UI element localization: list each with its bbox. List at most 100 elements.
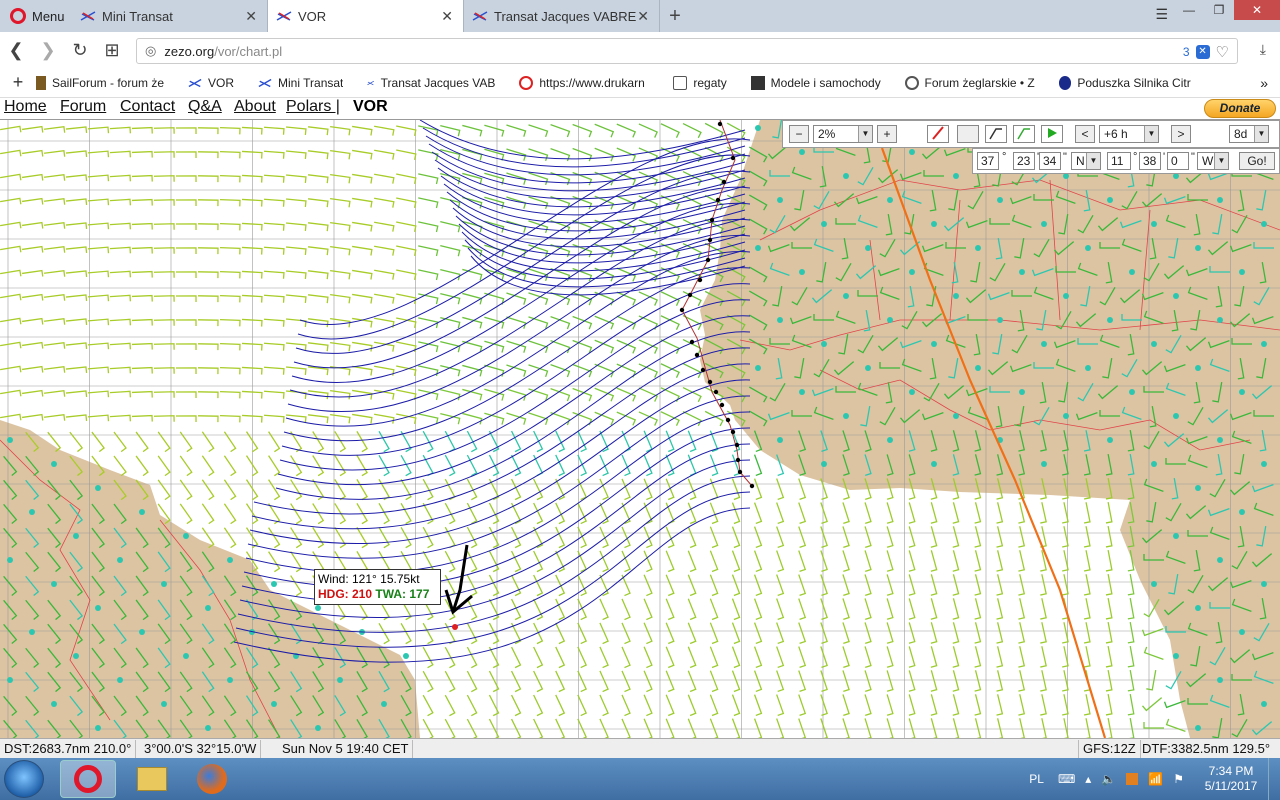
- tab-vor[interactable]: VOR ✕: [268, 0, 464, 32]
- expand-tray-icon[interactable]: ▴: [1085, 772, 1091, 786]
- volume-icon[interactable]: 🔈: [1101, 772, 1116, 786]
- status-position: 3°00.0'S 32°15.0'W: [140, 740, 262, 758]
- sailboat-favicon-icon: [367, 80, 375, 85]
- forward-icon[interactable]: ❯: [32, 40, 64, 61]
- url-host: zezo.org: [164, 43, 215, 59]
- go-button[interactable]: Go!: [1239, 152, 1275, 170]
- tab-close-icon[interactable]: ✕: [637, 8, 649, 25]
- bookmark-forum-zeglarskie[interactable]: Forum żeglarskie • Z: [904, 75, 1035, 90]
- new-tab-button[interactable]: +: [660, 5, 690, 28]
- maximize-icon[interactable]: ❐: [1204, 0, 1234, 20]
- speed-dial-icon[interactable]: ⊞: [96, 40, 128, 61]
- clock[interactable]: 7:34 PM 5/11/2017: [1194, 764, 1268, 794]
- bookmark-modele[interactable]: Modele i samochody: [750, 75, 881, 90]
- chart-canvas[interactable]: [0, 120, 1280, 738]
- window-close-icon[interactable]: ✕: [1234, 0, 1280, 20]
- nav-qa-link[interactable]: Q&A: [188, 98, 222, 116]
- nav-contact-link[interactable]: Contact: [120, 98, 175, 116]
- lon-hemisphere-select[interactable]: W ▼: [1197, 152, 1229, 170]
- position-entry: 37 ° 23 ' 34 " N▼ 11 ° 38 ' 0 " W▼ Go!: [972, 148, 1280, 174]
- taskbar-explorer-icon[interactable]: [124, 760, 180, 798]
- menu-label: Menu: [32, 8, 65, 24]
- lon-minutes-field[interactable]: 38: [1139, 152, 1161, 170]
- sailboat-favicon-icon: [188, 78, 202, 87]
- lat-seconds-field[interactable]: 34: [1039, 152, 1061, 170]
- adblock-icon[interactable]: ✕: [1195, 45, 1210, 59]
- url-field[interactable]: ◎ zezo.org/vor/chart.pl 3 ✕ ♡: [136, 38, 1238, 64]
- sailboat-favicon-icon: [276, 11, 292, 21]
- weather-chart[interactable]: [0, 120, 1280, 738]
- zoom-out-button[interactable]: −: [789, 125, 809, 143]
- bookmark-poduszka[interactable]: Poduszka Silnika Citr: [1058, 75, 1191, 90]
- windows-taskbar: PL ⌨ ▴ 🔈 📶 ⚑ 7:34 PM 5/11/2017: [0, 758, 1280, 800]
- nav-polars-link[interactable]: Polars |: [286, 98, 340, 116]
- nav-about-link[interactable]: About: [234, 98, 276, 116]
- zoom-in-button[interactable]: +: [877, 125, 897, 143]
- app-tray-icon[interactable]: [1126, 773, 1139, 785]
- download-icon[interactable]: ⤓: [1260, 41, 1266, 58]
- bookmark-sailforum[interactable]: SailForum - forum że: [36, 75, 164, 90]
- sailboat-favicon-icon: [472, 11, 488, 21]
- tab-close-icon[interactable]: ✕: [441, 8, 453, 25]
- lat-minutes-field[interactable]: 23: [1013, 152, 1035, 170]
- wind-tooltip: Wind: 121° 15.75kt HDG: 210 TWA: 177: [314, 569, 441, 605]
- wind-tool-icon[interactable]: [927, 125, 949, 143]
- chart-toolbar: − 2% ▼ + < +6 h ▼ > 8d ▼: [782, 120, 1280, 148]
- pointer-arrow-icon: [444, 544, 473, 615]
- play-icon[interactable]: [1041, 125, 1063, 143]
- time-prev-button[interactable]: <: [1075, 125, 1095, 143]
- nav-forum-link[interactable]: Forum: [60, 98, 106, 116]
- isochrone-tool-icon[interactable]: [985, 125, 1007, 143]
- tab-title: VOR: [298, 8, 327, 24]
- time-next-button[interactable]: >: [1171, 125, 1191, 143]
- lon-seconds-field[interactable]: 0: [1167, 152, 1189, 170]
- lon-degrees-field[interactable]: 11: [1107, 152, 1131, 170]
- keyboard-icon[interactable]: ⌨: [1058, 772, 1075, 786]
- range-select[interactable]: 8d ▼: [1229, 125, 1269, 143]
- bookmark-mini-transat[interactable]: Mini Transat: [258, 76, 343, 90]
- status-distance: DST:2683.7nm 210.0°: [0, 740, 137, 758]
- blank-tool-button[interactable]: [957, 125, 979, 143]
- add-bookmark-icon[interactable]: +: [0, 72, 36, 93]
- time-step-select[interactable]: +6 h ▼: [1099, 125, 1159, 143]
- status-dtf: DTF:3382.5nm 129.5°: [1142, 741, 1271, 756]
- bookmark-transat[interactable]: Transat Jacques VAB: [367, 76, 495, 90]
- tab-transat-jacques-vabre[interactable]: Transat Jacques VABRE ✕: [464, 0, 660, 32]
- boat-position-marker[interactable]: [452, 624, 458, 630]
- show-desktop-button[interactable]: [1268, 758, 1280, 800]
- start-button-icon[interactable]: [4, 760, 44, 798]
- clock-time: 7:34 PM: [1208, 764, 1254, 778]
- taskbar-firefox-icon[interactable]: [184, 760, 240, 798]
- back-icon[interactable]: ❮: [0, 40, 32, 61]
- more-bookmarks-icon[interactable]: »: [1260, 75, 1268, 91]
- bookmark-regaty[interactable]: regaty: [673, 75, 727, 90]
- tab-mini-transat[interactable]: Mini Transat ✕: [72, 0, 268, 32]
- opera-menu-button[interactable]: Menu: [0, 0, 72, 32]
- bookmark-favicon-icon: [36, 75, 46, 90]
- route-tool-icon[interactable]: [1013, 125, 1035, 143]
- reload-icon[interactable]: ↻: [64, 40, 96, 61]
- site-nav: Home Forum Contact Q&A About Polars | VO…: [0, 98, 1280, 120]
- nav-home-link[interactable]: Home: [4, 98, 47, 116]
- sailboat-favicon-icon: [258, 78, 272, 87]
- flag-icon[interactable]: ⚑: [1173, 772, 1184, 786]
- zoom-select[interactable]: 2% ▼: [813, 125, 873, 143]
- opera-logo-icon: [10, 8, 26, 24]
- url-path: /vor/chart.pl: [214, 43, 283, 59]
- heart-icon[interactable]: ♡: [1216, 43, 1229, 61]
- bookmark-vor[interactable]: VOR: [188, 76, 234, 90]
- lat-hemisphere-select[interactable]: N ▼: [1071, 152, 1101, 170]
- minimize-icon[interactable]: —: [1174, 0, 1204, 20]
- tab-menu-icon[interactable]: ☰: [1155, 6, 1168, 23]
- bookmark-favicon-icon: [1058, 75, 1072, 90]
- network-icon[interactable]: 📶: [1148, 772, 1163, 786]
- tab-title: Transat Jacques VABRE: [494, 8, 637, 24]
- language-indicator[interactable]: PL: [1029, 772, 1044, 786]
- lat-degrees-field[interactable]: 37: [977, 152, 999, 170]
- tab-close-icon[interactable]: ✕: [245, 8, 257, 25]
- bookmark-favicon-icon: [519, 75, 534, 90]
- donate-button[interactable]: Donate: [1204, 99, 1276, 118]
- bookmark-drukarnia[interactable]: https://www.drukarn: [519, 75, 649, 90]
- taskbar-opera-icon[interactable]: [60, 760, 116, 798]
- chevron-down-icon: ▼: [1254, 126, 1268, 142]
